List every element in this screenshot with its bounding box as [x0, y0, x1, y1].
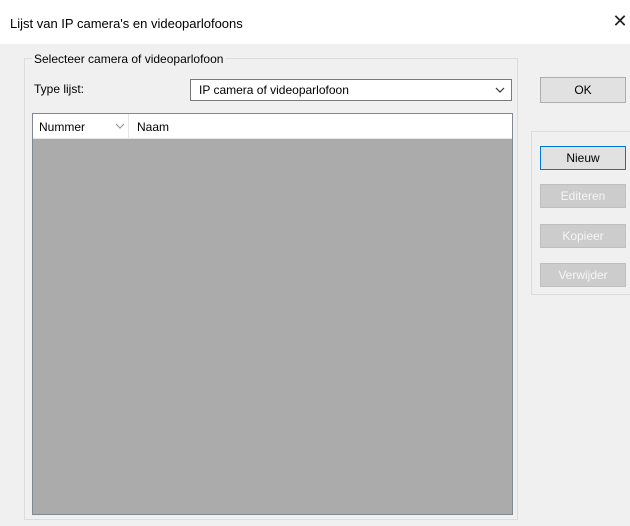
copy-button[interactable]: Kopieer	[540, 224, 626, 248]
close-icon[interactable]: ✕	[612, 12, 628, 30]
chevron-down-icon	[495, 87, 505, 93]
window-title: Lijst van IP camera's en videoparlofoons	[10, 16, 243, 31]
camera-list[interactable]: Nummer Naam	[32, 113, 513, 515]
title-bar: Lijst van IP camera's en videoparlofoons…	[0, 0, 630, 44]
list-header: Nummer Naam	[33, 114, 512, 139]
edit-button[interactable]: Editeren	[540, 184, 626, 208]
type-list-value: IP camera of videoparlofoon	[199, 83, 349, 97]
column-header-nummer[interactable]: Nummer	[39, 120, 85, 134]
sort-down-icon	[115, 123, 125, 129]
group-legend: Selecteer camera of videoparlofoon	[32, 52, 226, 66]
column-separator[interactable]	[128, 114, 129, 138]
new-button[interactable]: Nieuw	[540, 146, 626, 170]
type-list-dropdown[interactable]: IP camera of videoparlofoon	[190, 79, 512, 101]
delete-button[interactable]: Verwijder	[540, 263, 626, 287]
column-header-naam[interactable]: Naam	[137, 120, 169, 134]
type-list-label: Type lijst:	[34, 82, 85, 96]
ok-button[interactable]: OK	[540, 77, 626, 103]
